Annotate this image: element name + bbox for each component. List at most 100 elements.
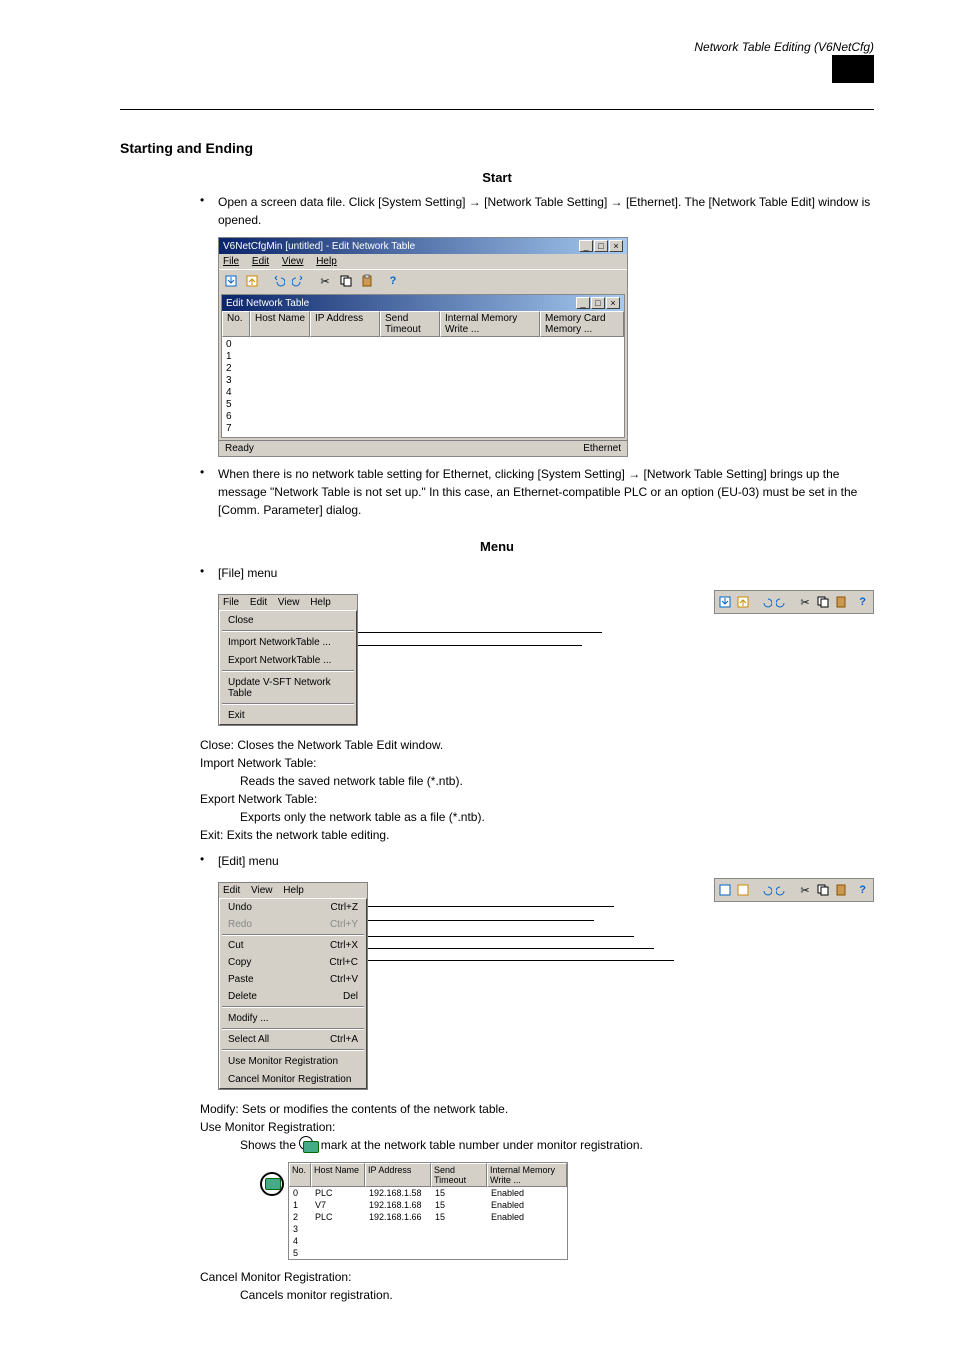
menu-help[interactable]: Help xyxy=(310,597,331,608)
help-icon[interactable]: ? xyxy=(854,881,871,899)
menu-item-modify[interactable]: Modify ... xyxy=(220,1009,366,1027)
import-icon[interactable] xyxy=(221,272,241,290)
col-internal[interactable]: Internal Memory Write ... xyxy=(440,311,540,337)
monitor-registration-icon xyxy=(260,1172,284,1196)
col-no[interactable]: No. xyxy=(222,311,250,337)
window-title: V6NetCfgMin [untitled] - Edit Network Ta… xyxy=(223,241,415,252)
menu-item-cancel-monitor[interactable]: Cancel Monitor Registration xyxy=(220,1070,366,1088)
menu-item-export[interactable]: Export NetworkTable ... xyxy=(220,651,356,669)
redo-icon[interactable] xyxy=(775,881,792,899)
edit-menu-dropdown: Edit View Help UndoCtrl+Z RedoCtrl+Y Cut… xyxy=(218,882,368,1090)
menu-item-close[interactable]: Close xyxy=(220,611,356,629)
maximize-icon[interactable]: □ xyxy=(591,297,605,309)
table-row[interactable]: 4 xyxy=(289,1235,567,1247)
copy-icon[interactable] xyxy=(814,881,831,899)
minimize-icon[interactable]: _ xyxy=(576,297,590,309)
table-row[interactable]: 4 xyxy=(226,387,620,399)
menu-item-use-monitor[interactable]: Use Monitor Registration xyxy=(220,1052,366,1070)
table-row[interactable]: 1 xyxy=(226,351,620,363)
menu-item-import[interactable]: Import NetworkTable ... xyxy=(220,633,356,651)
table-row[interactable]: 3 xyxy=(226,375,620,387)
close-icon[interactable]: × xyxy=(609,240,623,252)
page-title: Network Table Editing (V6NetCfg) xyxy=(694,40,874,54)
paste-icon[interactable] xyxy=(832,881,849,899)
file-menu-notes: Close: Closes the Network Table Edit win… xyxy=(200,736,874,844)
bullet-dot: • xyxy=(200,852,218,870)
bullet-dot: • xyxy=(200,465,218,519)
cut-icon[interactable]: ✂ xyxy=(797,593,814,611)
table-row[interactable]: 6 xyxy=(226,411,620,423)
export-icon[interactable] xyxy=(735,593,752,611)
arrow-icon: → xyxy=(611,195,623,209)
copy-icon[interactable] xyxy=(336,272,356,290)
table-row[interactable]: 5 xyxy=(226,399,620,411)
paste-icon[interactable] xyxy=(832,593,849,611)
menu-item-undo[interactable]: UndoCtrl+Z xyxy=(220,899,366,916)
table-row[interactable]: 3 xyxy=(289,1223,567,1235)
table-row[interactable]: 5 xyxy=(289,1247,567,1259)
section-title: Starting and Ending xyxy=(120,140,874,156)
table-row[interactable]: 1V7192.168.1.6815Enabled xyxy=(289,1199,567,1211)
table-row[interactable]: 0 xyxy=(226,339,620,351)
toolbar-file: ✂ ? xyxy=(714,590,874,614)
menu-help[interactable]: Help xyxy=(283,885,304,896)
page-header-right: Network Table Editing (V6NetCfg) xyxy=(120,40,874,54)
bullet-1-text: Open a screen data file. Click [System S… xyxy=(218,193,874,229)
export-icon[interactable] xyxy=(242,272,262,290)
status-right: Ethernet xyxy=(583,443,621,454)
table-row[interactable]: 2 xyxy=(226,363,620,375)
menubar: Edit View Help xyxy=(219,883,367,898)
table-body[interactable]: 0 1 2 3 4 5 6 7 xyxy=(222,337,624,437)
menu-help[interactable]: Help xyxy=(316,256,337,267)
menu-edit[interactable]: Edit xyxy=(250,597,267,608)
menu-item-update[interactable]: Update V-SFT Network Table xyxy=(220,673,356,702)
edit-menu-notes: Modify: Sets or modifies the contents of… xyxy=(200,1100,874,1154)
bullet-3-text: [File] menu xyxy=(218,564,874,582)
col-ip[interactable]: IP Address xyxy=(310,311,380,337)
import-icon[interactable] xyxy=(717,881,734,899)
chapter-tab xyxy=(832,55,874,83)
undo-icon[interactable] xyxy=(268,272,288,290)
file-menu-dropdown: File Edit View Help Close Import Network… xyxy=(218,594,358,726)
col-host[interactable]: Host Name xyxy=(250,311,310,337)
cut-icon[interactable]: ✂ xyxy=(797,881,814,899)
col-memcard[interactable]: Memory Card Memory ... xyxy=(540,311,624,337)
table-row[interactable]: 0PLC192.168.1.5815Enabled xyxy=(289,1187,567,1199)
menu-view[interactable]: View xyxy=(251,885,273,896)
menu-file[interactable]: File xyxy=(223,597,239,608)
maximize-icon[interactable]: □ xyxy=(594,240,608,252)
undo-icon[interactable] xyxy=(757,593,774,611)
minimize-icon[interactable]: _ xyxy=(579,240,593,252)
menu-edit[interactable]: Edit xyxy=(252,256,269,267)
menu-item-copy[interactable]: CopyCtrl+C xyxy=(220,954,366,971)
paste-icon[interactable] xyxy=(357,272,377,290)
menubar[interactable]: File Edit View Help xyxy=(219,254,627,269)
close-icon[interactable]: × xyxy=(606,297,620,309)
table-row[interactable]: 2PLC192.168.1.6615Enabled xyxy=(289,1211,567,1223)
col-timeout: Send Timeout xyxy=(431,1163,487,1187)
menu-item-exit[interactable]: Exit xyxy=(220,706,356,724)
menu-item-select-all[interactable]: Select AllCtrl+A xyxy=(220,1031,366,1048)
toolbar: ✂ ? xyxy=(219,269,627,292)
copy-icon[interactable] xyxy=(814,593,831,611)
col-timeout[interactable]: Send Timeout xyxy=(380,311,440,337)
import-icon[interactable] xyxy=(717,593,734,611)
menu-view[interactable]: View xyxy=(278,597,300,608)
cut-icon[interactable]: ✂ xyxy=(315,272,335,290)
menu-file[interactable]: File xyxy=(223,256,239,267)
menu-item-paste[interactable]: PasteCtrl+V xyxy=(220,971,366,988)
menu-item-cut[interactable]: CutCtrl+X xyxy=(220,937,366,954)
help-icon[interactable]: ? xyxy=(854,593,871,611)
edit-menu-notes-2: Cancel Monitor Registration: Cancels mon… xyxy=(200,1268,874,1304)
menu-item-delete[interactable]: DeleteDel xyxy=(220,988,366,1005)
redo-icon[interactable] xyxy=(775,593,792,611)
menu-view[interactable]: View xyxy=(282,256,304,267)
export-icon[interactable] xyxy=(735,881,752,899)
help-icon[interactable]: ? xyxy=(383,272,403,290)
redo-icon[interactable] xyxy=(289,272,309,290)
col-no: No. xyxy=(289,1163,311,1187)
undo-icon[interactable] xyxy=(757,881,774,899)
menu-edit[interactable]: Edit xyxy=(223,885,240,896)
statusbar: Ready Ethernet xyxy=(219,440,627,456)
table-row[interactable]: 7 xyxy=(226,423,620,435)
